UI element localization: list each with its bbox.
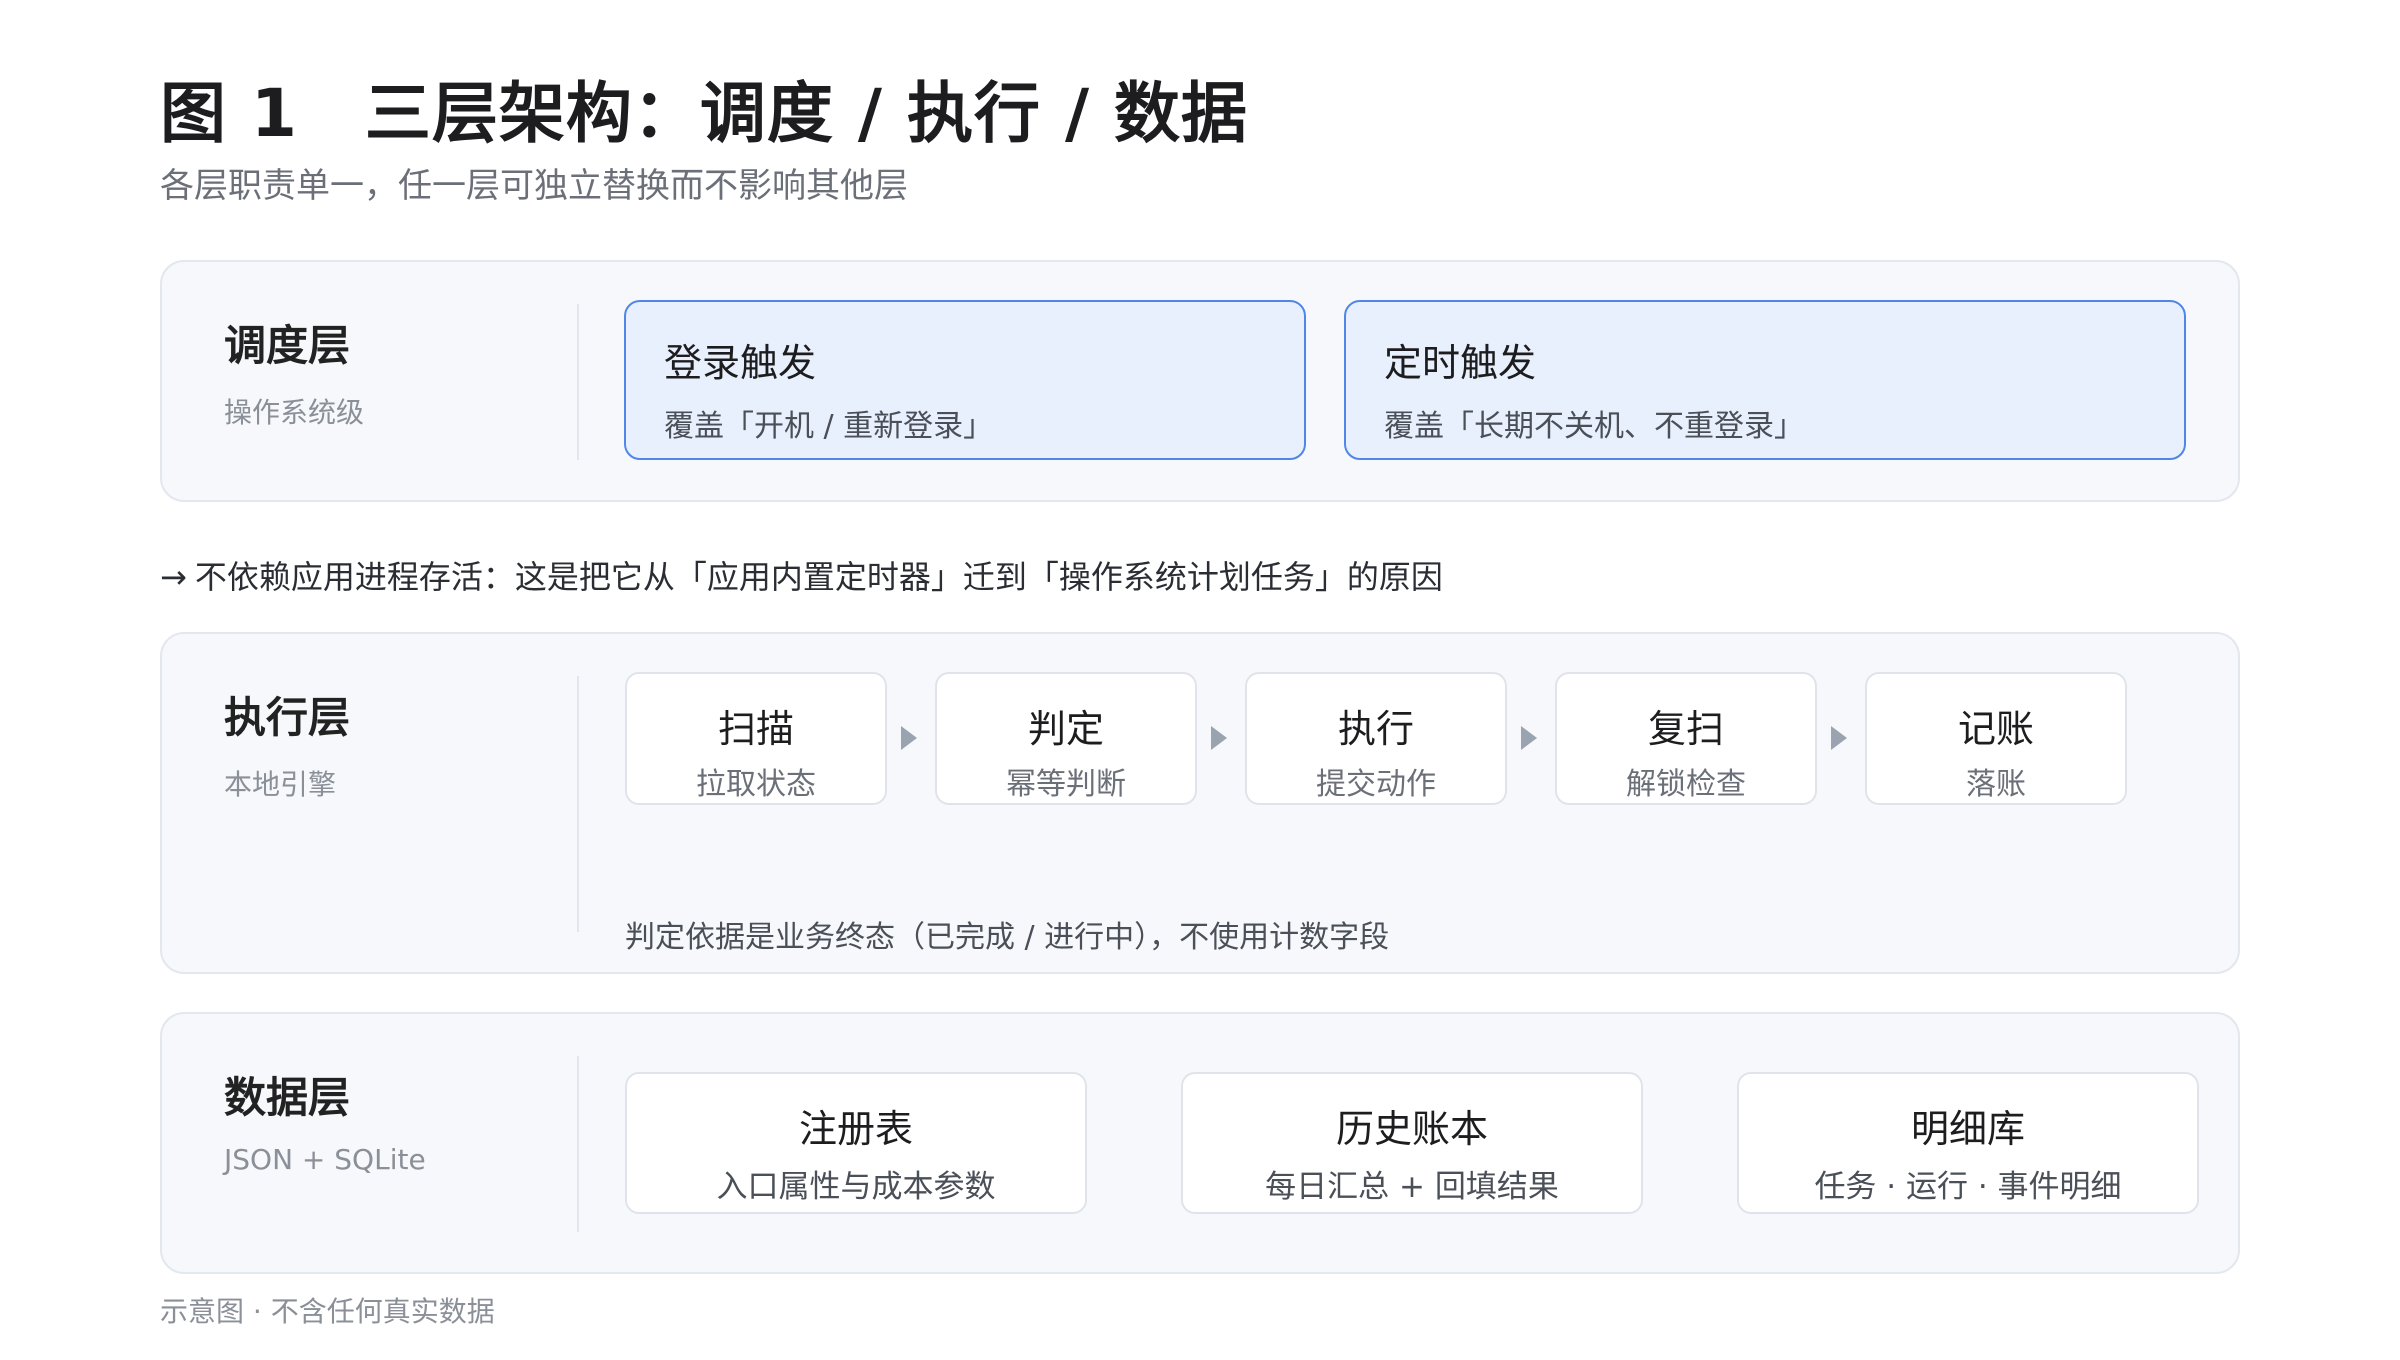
step-card-scan: 扫描 拉取状态 [625, 672, 887, 805]
store-card-registry: 注册表 入口属性与成本参数 [625, 1072, 1087, 1214]
step-title: 执行 [1337, 707, 1414, 751]
login-trigger-card: 登录触发 覆盖「开机 / 重新登录」 [624, 300, 1306, 460]
footnote: 示意图 · 不含任何真实数据 [160, 1295, 495, 1328]
divider [577, 1056, 579, 1232]
scheduler-layer-panel: 调度层 操作系统级 登录触发 覆盖「开机 / 重新登录」 定时触发 覆盖「长期不… [160, 260, 2240, 502]
step-subtitle: 解锁检查 [1626, 767, 1746, 802]
layer-desc: 操作系统级 [224, 396, 365, 429]
timer-trigger-card: 定时触发 覆盖「长期不关机、不重登录」 [1344, 300, 2186, 460]
store-title: 明细库 [1910, 1107, 2025, 1151]
layer-name: 数据层 [224, 1073, 351, 1122]
layer-name: 调度层 [224, 321, 351, 370]
step-subtitle: 幂等判断 [1006, 767, 1126, 802]
store-title: 历史账本 [1335, 1107, 1488, 1151]
store-subtitle: 入口属性与成本参数 [716, 1169, 996, 1205]
store-subtitle: 任务 · 运行 · 事件明细 [1814, 1169, 2122, 1205]
card-subtitle: 覆盖「开机 / 重新登录」 [664, 409, 994, 444]
step-title: 判定 [1027, 707, 1104, 751]
executor-note: 判定依据是业务终态（已完成 / 进行中），不使用计数字段 [625, 920, 1390, 955]
divider [577, 676, 579, 932]
executor-layer-panel: 执行层 本地引擎 扫描 拉取状态 判定 幂等判断 执行 提交动作 复扫 解锁检查… [160, 632, 2240, 974]
step-card-rescan: 复扫 解锁检查 [1555, 672, 1817, 805]
card-title: 定时触发 [1384, 341, 1537, 385]
step-card-ledger: 记账 落账 [1865, 672, 2127, 805]
step-title: 扫描 [717, 707, 794, 751]
scheduler-layer-header: 调度层 操作系统级 [224, 312, 364, 431]
layer-desc: 本地引擎 [224, 768, 337, 801]
layer-desc: JSON + SQLite [224, 1143, 426, 1176]
scheduler-note: → 不依赖应用进程存活：这是把它从「应用内置定时器」迁到「操作系统计划任务」的原因 [160, 552, 1443, 598]
card-title: 登录触发 [664, 341, 817, 385]
arrow-right-icon [1521, 726, 1537, 750]
step-card-execute: 执行 提交动作 [1245, 672, 1507, 805]
store-subtitle: 每日汇总 + 回填结果 [1265, 1169, 1559, 1205]
divider [577, 304, 579, 460]
store-card-detail-db: 明细库 任务 · 运行 · 事件明细 [1737, 1072, 2199, 1214]
arrow-right-icon [1831, 726, 1847, 750]
figure-subtitle: 各层职责单一，任一层可独立替换而不影响其他层 [160, 166, 908, 206]
step-subtitle: 拉取状态 [696, 767, 816, 802]
step-title: 记账 [1957, 707, 2034, 751]
store-title: 注册表 [798, 1107, 913, 1151]
step-subtitle: 落账 [1966, 767, 2026, 802]
executor-layer-header: 执行层 本地引擎 [224, 684, 350, 803]
figure-title: 图 1 三层架构：调度 / 执行 / 数据 [160, 75, 1249, 152]
arrow-right-icon: → [160, 558, 187, 596]
arrow-right-icon [1211, 726, 1227, 750]
arrow-right-icon [901, 726, 917, 750]
step-title: 复扫 [1647, 707, 1724, 751]
layer-name: 执行层 [224, 693, 351, 742]
note-text: 不依赖应用进程存活：这是把它从「应用内置定时器」迁到「操作系统计划任务」的原因 [194, 558, 1443, 596]
store-card-history-ledger: 历史账本 每日汇总 + 回填结果 [1181, 1072, 1643, 1214]
step-subtitle: 提交动作 [1316, 767, 1436, 802]
data-layer-panel: 数据层 JSON + SQLite 注册表 入口属性与成本参数 历史账本 每日汇… [160, 1012, 2240, 1274]
card-subtitle: 覆盖「长期不关机、不重登录」 [1384, 409, 1804, 444]
data-layer-header: 数据层 JSON + SQLite [224, 1064, 426, 1176]
step-card-judge: 判定 幂等判断 [935, 672, 1197, 805]
